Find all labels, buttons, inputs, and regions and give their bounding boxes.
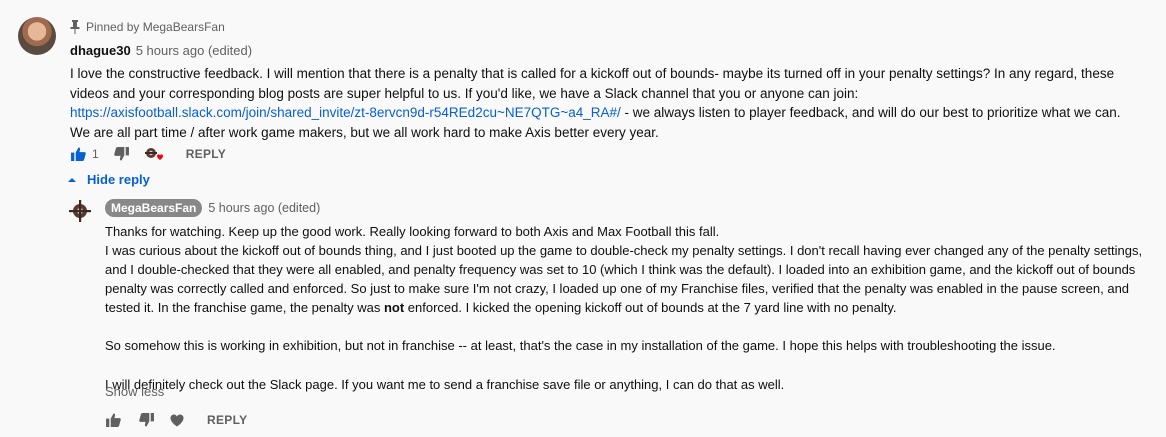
reply-line-4: I will definitely check out the Slack pa… bbox=[105, 376, 785, 392]
reply-line-2-part-b: enforced. I kicked the opening kickoff o… bbox=[404, 300, 897, 316]
reply-author-avatar[interactable] bbox=[69, 200, 91, 222]
slack-invite-link[interactable]: https://axisfootball.slack.com/join/shar… bbox=[70, 105, 621, 120]
pinned-text: Pinned by MegaBearsFan bbox=[86, 20, 225, 34]
heart-icon bbox=[170, 414, 184, 426]
commenter-avatar[interactable] bbox=[18, 17, 56, 55]
comment-author[interactable]: dhague30 bbox=[70, 43, 131, 58]
reply-line-2: I was curious about the kickoff out of b… bbox=[105, 241, 1155, 317]
creator-heart[interactable] bbox=[144, 146, 164, 162]
like-count: 1 bbox=[92, 147, 99, 161]
reply-author-badge[interactable]: MegaBearsFan bbox=[105, 199, 203, 217]
reply-actions: REPLY bbox=[105, 412, 247, 428]
pinned-label: Pinned by MegaBearsFan bbox=[70, 20, 225, 34]
dislike-button[interactable] bbox=[114, 146, 130, 162]
reply-line-1: Thanks for watching. Keep up the good wo… bbox=[105, 224, 720, 239]
thumbs-down-icon bbox=[114, 147, 130, 161]
comment-text: I love the constructive feedback. I will… bbox=[70, 64, 1140, 142]
show-less-button[interactable]: Show less bbox=[105, 384, 164, 399]
reply-time[interactable]: 5 hours ago (edited) bbox=[208, 201, 320, 215]
comment-actions: 1 REPLY bbox=[70, 146, 226, 162]
reply-heart-button[interactable] bbox=[169, 412, 185, 428]
thumbs-down-icon bbox=[138, 413, 154, 427]
thumbs-up-icon bbox=[105, 413, 121, 427]
reply-like-button[interactable] bbox=[105, 412, 121, 428]
comment-header: dhague30 5 hours ago (edited) bbox=[70, 43, 252, 58]
comment-time[interactable]: 5 hours ago (edited) bbox=[136, 43, 252, 58]
creator-heart-icon bbox=[144, 148, 163, 160]
chevron-up-icon bbox=[68, 177, 76, 182]
comment-text-part-1: I love the constructive feedback. I will… bbox=[70, 66, 1115, 101]
reply-reply-button[interactable]: REPLY bbox=[207, 413, 247, 427]
comment-reply-button[interactable]: REPLY bbox=[186, 147, 226, 161]
reply-line-3: So somehow this is working in exhibition… bbox=[105, 338, 1056, 354]
pin-icon bbox=[70, 20, 80, 34]
reply-line-2-bold: not bbox=[383, 300, 405, 316]
like-button[interactable] bbox=[70, 146, 86, 162]
reply-header: MegaBearsFan 5 hours ago (edited) bbox=[105, 199, 320, 217]
hide-reply-toggle[interactable]: Hide reply bbox=[67, 172, 150, 187]
reply-text: Thanks for watching. Keep up the good wo… bbox=[105, 222, 1155, 394]
hide-reply-label[interactable]: Hide reply bbox=[87, 172, 150, 187]
thumbs-up-icon bbox=[70, 147, 86, 161]
reply-dislike-button[interactable] bbox=[138, 412, 154, 428]
